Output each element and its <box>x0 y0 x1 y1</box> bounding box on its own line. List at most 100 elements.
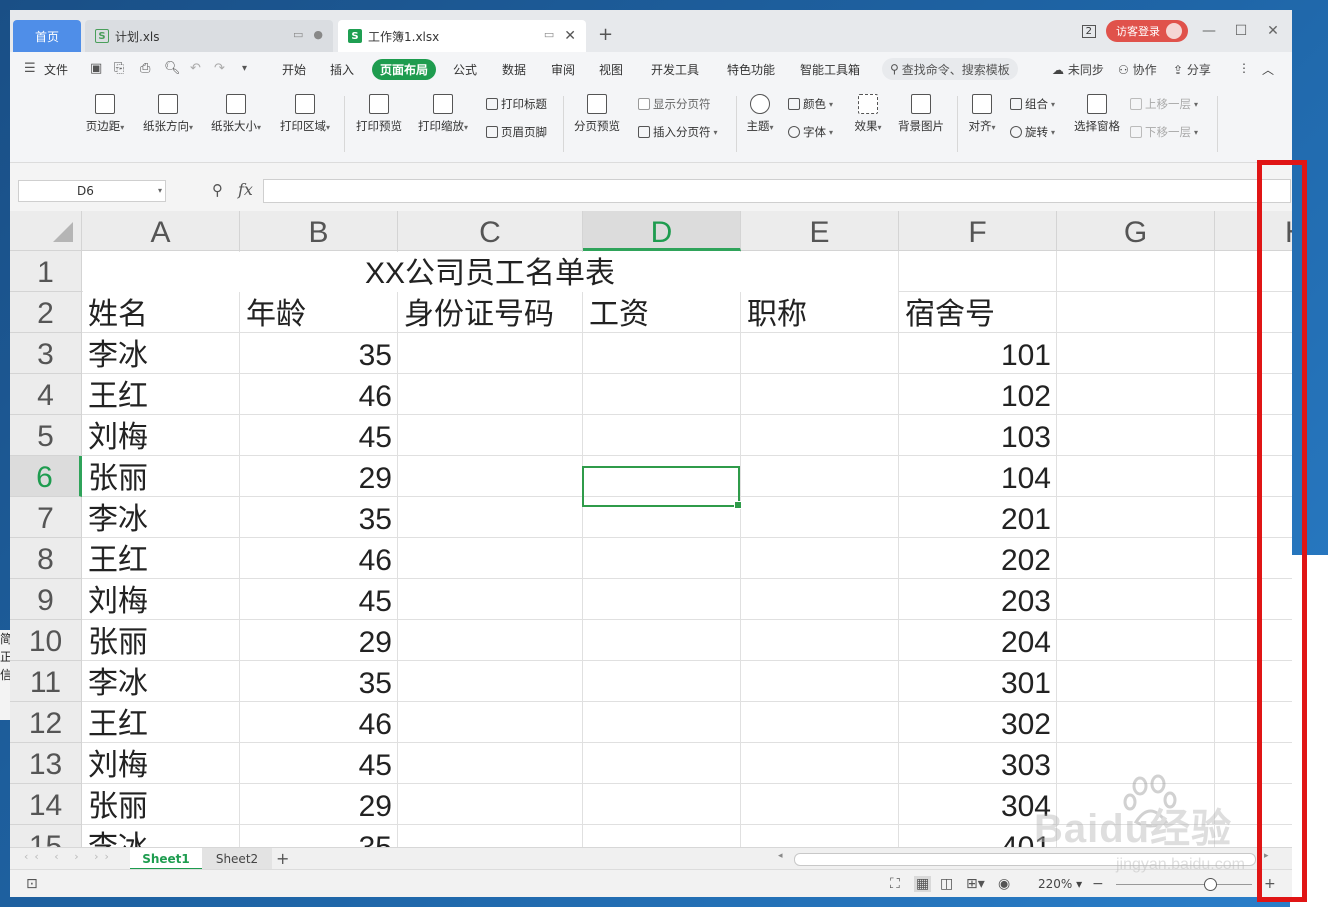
scroll-left-icon[interactable]: ◂ <box>778 851 783 861</box>
close-tab-icon[interactable]: ✕ <box>564 28 576 44</box>
quick-access-dropdown-icon[interactable]: ▾ <box>242 63 247 74</box>
menu-view[interactable]: 视图 <box>599 61 623 78</box>
bring-forward-button[interactable]: 上移一层 ▾ <box>1130 96 1198 112</box>
row-header-4[interactable]: 4 <box>10 374 82 415</box>
room-cell[interactable]: 302 <box>899 702 1057 743</box>
sync-status-button[interactable]: ☁ 未同步 <box>1052 61 1104 78</box>
name-cell[interactable]: 李冰 <box>82 333 240 374</box>
menu-page-layout[interactable]: 页面布局 <box>372 59 437 80</box>
normal-view-icon[interactable]: ▦ <box>914 876 932 892</box>
column-header-c[interactable]: C <box>398 211 583 251</box>
room-cell[interactable]: 204 <box>899 620 1057 661</box>
visitor-login-button[interactable]: 访客登录 <box>1106 20 1188 42</box>
group-button[interactable]: 组合 ▾ <box>1010 96 1055 112</box>
collapse-ribbon-icon[interactable]: ︿ <box>1262 61 1274 78</box>
row-header-3[interactable]: 3 <box>10 333 82 374</box>
age-cell[interactable]: 45 <box>240 743 398 784</box>
row-header-9[interactable]: 9 <box>10 579 82 620</box>
column-header-f[interactable]: F <box>899 211 1057 251</box>
maximize-icon[interactable]: ☐ <box>1230 23 1252 39</box>
tab-plan-xls[interactable]: S 计划.xls ▭ ● <box>85 20 333 52</box>
name-cell[interactable]: 张丽 <box>82 456 240 497</box>
zoom-search-icon[interactable]: ⚲ <box>212 181 223 199</box>
select-all-corner[interactable] <box>10 211 82 251</box>
row-header-1[interactable]: 1 <box>10 251 82 292</box>
save-icon[interactable]: ▣ <box>90 61 102 76</box>
selection-pane-button[interactable]: 选择窗格 <box>1070 94 1124 134</box>
row-header-11[interactable]: 11 <box>10 661 82 702</box>
sheet-tab-sheet1[interactable]: Sheet1 <box>130 848 202 870</box>
sheet-tab-sheet2[interactable]: Sheet2 <box>202 848 272 870</box>
header-title-cell[interactable]: 职称 <box>741 292 899 333</box>
age-cell[interactable]: 46 <box>240 538 398 579</box>
name-cell[interactable]: 李冰 <box>82 497 240 538</box>
age-cell[interactable]: 29 <box>240 784 398 825</box>
margins-button[interactable]: 页边距▾ <box>80 94 130 134</box>
name-cell[interactable]: 李冰 <box>82 661 240 702</box>
name-cell[interactable]: 刘梅 <box>82 579 240 620</box>
page-break-preview-button[interactable]: 分页预览 <box>572 94 622 134</box>
header-salary-cell[interactable]: 工资 <box>583 292 741 333</box>
age-cell[interactable]: 29 <box>240 620 398 661</box>
menu-insert[interactable]: 插入 <box>330 61 354 78</box>
room-cell[interactable]: 202 <box>899 538 1057 579</box>
menu-review[interactable]: 审阅 <box>551 61 575 78</box>
close-window-icon[interactable]: ✕ <box>1262 23 1284 39</box>
rotate-button[interactable]: 旋转 ▾ <box>1010 124 1055 140</box>
age-cell[interactable]: 35 <box>240 825 398 847</box>
age-cell[interactable]: 29 <box>240 456 398 497</box>
show-page-breaks-checkbox[interactable]: 显示分页符 <box>638 96 711 112</box>
column-header-b[interactable]: B <box>240 211 398 251</box>
sheet-nav-arrows-icon[interactable]: ‹‹ ‹ › ›› <box>24 850 115 863</box>
row-header-15[interactable]: 15 <box>10 825 82 847</box>
row-header-8[interactable]: 8 <box>10 538 82 579</box>
spreadsheet-grid[interactable]: A B C D E F G H 123456789101112131415李冰3… <box>10 211 1292 847</box>
float-window-icon[interactable]: ▭ <box>544 28 554 44</box>
age-cell[interactable]: 46 <box>240 702 398 743</box>
room-cell[interactable]: 102 <box>899 374 1057 415</box>
formula-input[interactable] <box>263 179 1291 203</box>
age-cell[interactable]: 35 <box>240 497 398 538</box>
print-scale-button[interactable]: 打印缩放▾ <box>413 94 473 134</box>
fonts-button[interactable]: 字体 ▾ <box>788 124 833 140</box>
orientation-button[interactable]: 纸张方向▾ <box>138 94 198 134</box>
collaborate-button[interactable]: ⚇ 协作 <box>1118 61 1157 78</box>
age-cell[interactable]: 45 <box>240 415 398 456</box>
row-header-14[interactable]: 14 <box>10 784 82 825</box>
header-id-cell[interactable]: 身份证号码 <box>398 292 583 333</box>
row-header-13[interactable]: 13 <box>10 743 82 784</box>
column-header-d[interactable]: D <box>583 211 741 251</box>
name-box[interactable]: D6 ▾ <box>18 180 166 202</box>
age-cell[interactable]: 45 <box>240 579 398 620</box>
menu-developer[interactable]: 开发工具 <box>651 61 699 78</box>
page-layout-view-icon[interactable]: ◫ <box>940 876 953 892</box>
row-header-12[interactable]: 12 <box>10 702 82 743</box>
column-header-a[interactable]: A <box>82 211 240 251</box>
sheet-title-cell[interactable]: XX公司员工名单表 <box>82 251 898 292</box>
name-cell[interactable]: 王红 <box>82 374 240 415</box>
share-button[interactable]: ⇪ 分享 <box>1173 61 1211 78</box>
name-cell[interactable]: 王红 <box>82 538 240 579</box>
column-header-g[interactable]: G <box>1057 211 1215 251</box>
add-sheet-plus-icon[interactable]: + <box>276 849 289 868</box>
room-cell[interactable]: 201 <box>899 497 1057 538</box>
column-header-e[interactable]: E <box>741 211 899 251</box>
send-backward-button[interactable]: 下移一层 ▾ <box>1130 124 1198 140</box>
age-cell[interactable]: 35 <box>240 661 398 702</box>
float-window-icon[interactable]: ▭ <box>293 28 303 41</box>
print-icon[interactable]: ⎙ <box>140 61 150 76</box>
new-tab-plus-icon[interactable]: + <box>598 24 613 45</box>
name-cell[interactable]: 刘梅 <box>82 743 240 784</box>
room-cell[interactable]: 301 <box>899 661 1057 702</box>
tab-workbook1-xlsx[interactable]: S 工作簿1.xlsx ▭ ✕ <box>338 20 586 52</box>
row-header-10[interactable]: 10 <box>10 620 82 661</box>
room-cell[interactable]: 104 <box>899 456 1057 497</box>
name-cell[interactable]: 张丽 <box>82 620 240 661</box>
print-preview-icon[interactable]: 🔍︎ <box>164 61 181 76</box>
row-header-5[interactable]: 5 <box>10 415 82 456</box>
room-cell[interactable]: 203 <box>899 579 1057 620</box>
row-header-6[interactable]: 6 <box>10 456 82 497</box>
row-header-7[interactable]: 7 <box>10 497 82 538</box>
menu-home[interactable]: 开始 <box>282 61 306 78</box>
fullscreen-icon[interactable]: ⛶ <box>890 876 900 892</box>
